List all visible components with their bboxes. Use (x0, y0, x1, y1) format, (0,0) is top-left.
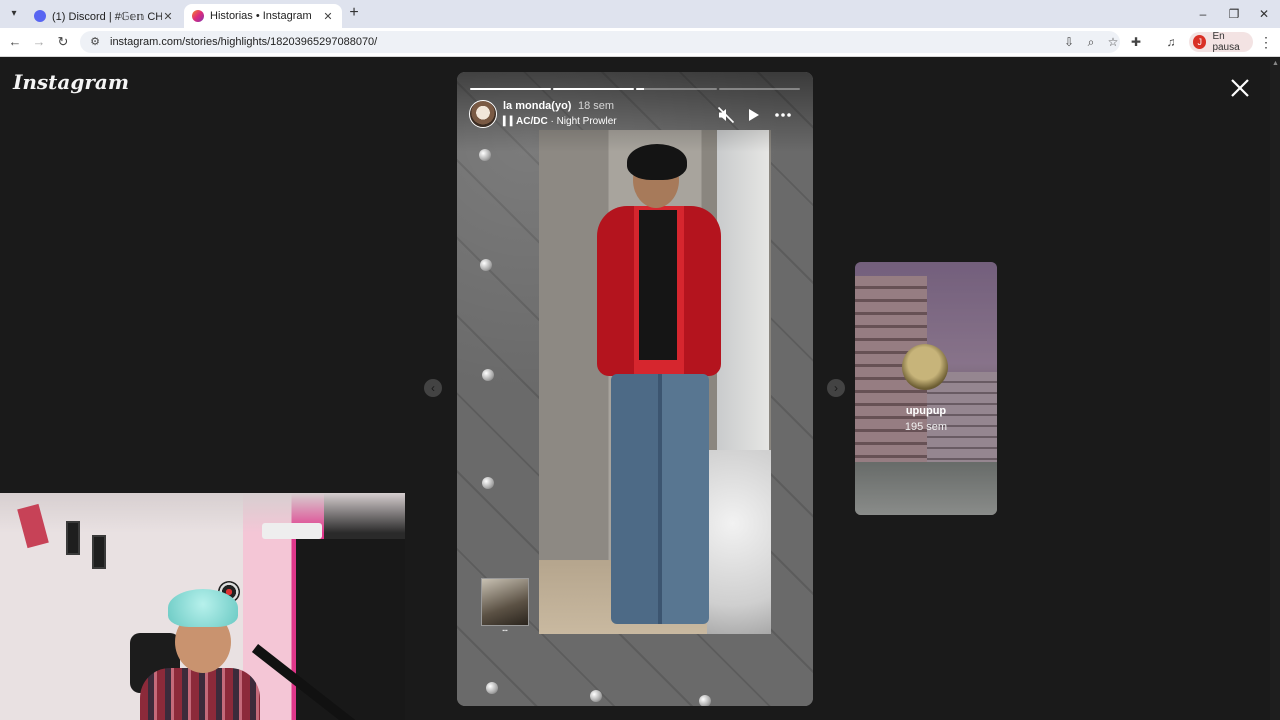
progress-segment (636, 88, 717, 90)
avatar[interactable] (469, 100, 497, 128)
close-icon[interactable] (1226, 74, 1254, 102)
tab-title: Historias • Instagram (210, 10, 312, 22)
instagram-favicon-icon (192, 10, 204, 22)
next-story-chevron-right-icon[interactable]: › (827, 379, 845, 397)
tab-title: (1) Discord | #𝔾𝕖𝕟 CHAT-GENE (52, 10, 162, 23)
browser-toolbar: ← → ↻ ⚙ instagram.com/stories/highlights… (0, 28, 1280, 57)
extensions-puzzle-icon[interactable]: ✚ (1128, 34, 1144, 50)
webcam-overlay (0, 493, 405, 720)
new-tab-plus-icon[interactable]: + (346, 5, 362, 21)
scroll-up-icon[interactable]: ▲ (1272, 60, 1279, 68)
crystal-stud (482, 369, 494, 381)
progress-segment (553, 88, 634, 90)
restore-icon[interactable]: ❐ (1226, 6, 1242, 22)
profile-status: En pausa (1212, 31, 1240, 53)
site-info-tune-icon[interactable]: ⚙ (88, 35, 102, 49)
zoom-icon[interactable]: ⌕ (1084, 34, 1098, 50)
music-bars-icon: ▍▍ (503, 116, 517, 126)
scrollbar[interactable]: ▲ (1270, 58, 1280, 720)
picture-frame (66, 521, 80, 555)
ceiling (0, 493, 405, 533)
picture-frame (92, 535, 106, 569)
crystal-stud (590, 690, 602, 702)
music-separator: · (547, 116, 557, 127)
air-conditioner (262, 523, 322, 539)
progress-segment (719, 88, 800, 90)
install-app-icon[interactable]: ⇩ (1062, 34, 1076, 50)
profile-button[interactable]: J En pausa (1189, 31, 1253, 53)
crystal-stud (482, 477, 494, 489)
window-close-icon[interactable]: ✕ (1256, 6, 1272, 22)
previous-story-chevron-left-icon[interactable]: ‹ (424, 379, 442, 397)
tab-close-icon[interactable]: ✕ (322, 10, 334, 23)
music-track: Night Prowler (556, 116, 617, 127)
tab-discord[interactable]: (1) Discord | #𝔾𝕖𝕟 CHAT-GENE ✕ (26, 4, 182, 28)
forward-arrow-right-icon[interactable]: → (31, 34, 47, 50)
story-card[interactable]: ▪▪▪ la monda(yo) 18 sem ▍▍ AC/DC · Night… (457, 72, 813, 706)
story-music[interactable]: AC/DC · Night Prowler (516, 116, 617, 127)
next-story-preview[interactable]: upupup 195 sem (855, 262, 997, 515)
avatar (902, 344, 948, 390)
reload-icon[interactable]: ↻ (55, 34, 71, 50)
shower-cap (168, 589, 238, 627)
story-progress (470, 88, 800, 90)
tab-close-icon[interactable]: ✕ (162, 10, 174, 23)
media-controls-icon[interactable]: ♫ (1163, 34, 1179, 50)
music-artist: AC/DC (516, 116, 548, 127)
album-cover-sticker[interactable] (481, 578, 529, 626)
tab-instagram[interactable]: Historias • Instagram ✕ (184, 4, 342, 28)
crystal-stud (480, 259, 492, 271)
instagram-story-viewer: Instagram ‹ › ▪▪▪ la monda(yo) 18 sem ▍▍… (0, 58, 1280, 720)
address-bar[interactable]: ⚙ instagram.com/stories/highlights/18203… (80, 31, 1120, 53)
plaid-shirt (140, 668, 260, 720)
black-shirt (639, 210, 677, 360)
minimize-icon[interactable]: – (1195, 6, 1211, 22)
story-username[interactable]: la monda(yo) (503, 100, 571, 112)
mirror-photo (539, 130, 771, 634)
back-arrow-left-icon[interactable]: ← (7, 34, 23, 50)
person (597, 144, 721, 624)
next-story-username: upupup (905, 405, 947, 417)
tab-search-chevron-down-icon[interactable]: ▾ (6, 6, 22, 22)
crystal-stud (699, 695, 711, 706)
jeans (611, 374, 709, 624)
play-icon[interactable] (744, 106, 762, 124)
muted-speaker-icon[interactable] (717, 106, 735, 124)
more-vertical-icon[interactable]: ⋮ (1259, 34, 1273, 50)
progress-segment (470, 88, 551, 90)
url-text[interactable]: instagram.com/stories/highlights/1820396… (110, 36, 377, 48)
discord-favicon-icon (34, 10, 46, 22)
browser-tab-bar: ▾ (1) Discord | #𝔾𝕖𝕟 CHAT-GENE ✕ Histori… (0, 0, 1280, 28)
more-horizontal-icon[interactable] (774, 106, 792, 124)
bookmark-star-icon[interactable]: ☆ (1106, 34, 1120, 50)
next-story-time: 195 sem (904, 421, 948, 433)
door (717, 130, 769, 450)
instagram-logo[interactable]: Instagram (13, 70, 129, 94)
avatar: J (1193, 35, 1207, 49)
story-time: 18 sem (578, 100, 615, 112)
album-caption: ▪▪▪ (502, 628, 508, 634)
crystal-stud (486, 682, 498, 694)
